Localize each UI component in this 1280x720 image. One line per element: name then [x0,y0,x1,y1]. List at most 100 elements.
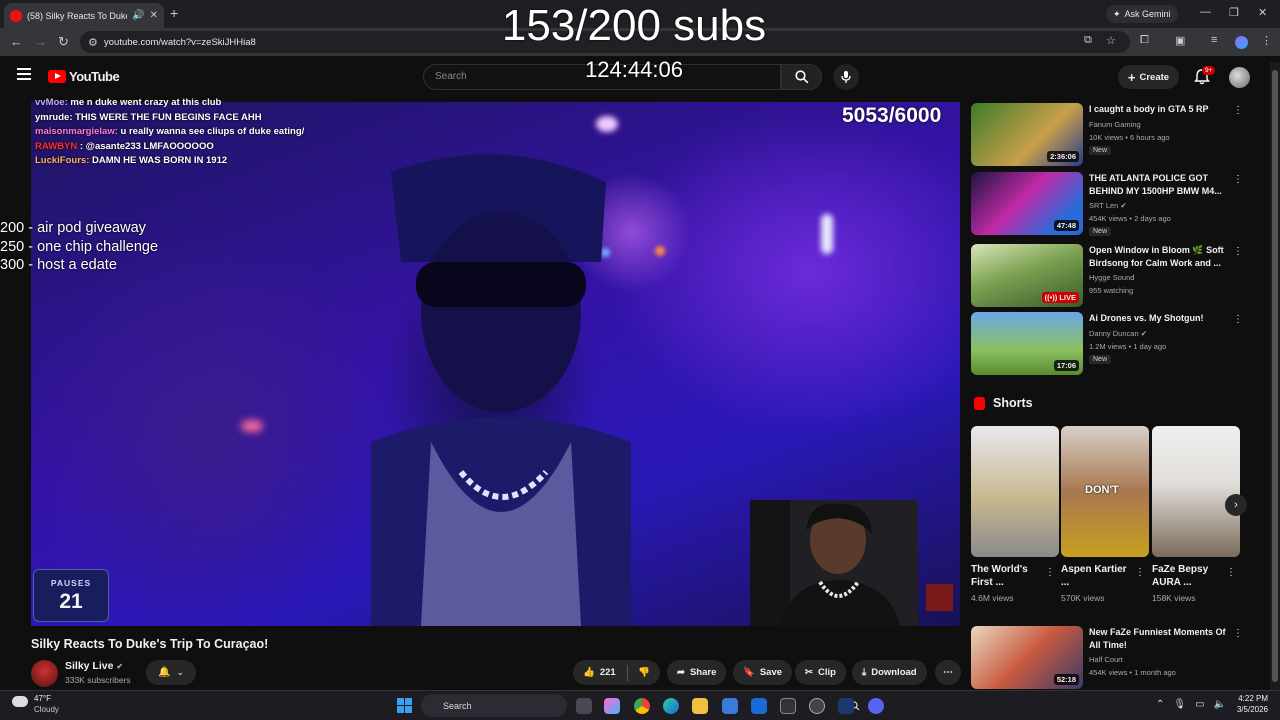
video-channel[interactable]: Fanum Gaming [1089,120,1141,129]
weather-temperature[interactable]: 47°F [34,694,51,703]
short-views: 570K views [1061,593,1105,603]
recommended-video[interactable]: 2:36:06 I caught a body in GTA 5 RP Fanu… [971,103,1243,166]
video-meta: 454K views • 2 days ago [1089,214,1171,223]
file-explorer-icon[interactable] [692,698,708,714]
app-icon[interactable] [780,698,796,714]
video-meta: 454K views • 1 month ago [1089,668,1176,677]
short-title[interactable]: FaZe Bepsy AURA ... [1152,563,1224,589]
chrome-icon[interactable] [634,698,650,714]
search-icon [795,70,809,84]
video-title[interactable]: Ai Drones vs. My Shotgun! [1089,312,1229,325]
clip-label: Clip [817,667,836,678]
video-title[interactable]: THE ATLANTA POLICE GOT BEHIND MY 1500HP … [1089,172,1229,198]
more-actions-button[interactable]: ⋯ [935,660,961,685]
video-channel[interactable]: SRT Len ✔ [1089,201,1127,210]
clock-date[interactable]: 3/5/2026 [1228,705,1268,714]
video-thumbnail[interactable]: ((•)) LIVE [971,244,1083,307]
pauses-label: PAUSES [50,578,92,588]
voice-search-button[interactable] [833,64,859,90]
video-subject-silhouette [371,154,631,626]
steam-icon[interactable] [838,698,854,714]
page-scrollbar[interactable] [1270,62,1280,690]
shorts-section-heading: Shorts [974,396,1033,410]
scrollbar-thumb[interactable] [1272,70,1278,682]
verified-icon: ✔ [1120,201,1127,210]
hamburger-menu-icon[interactable] [17,68,31,83]
short-thumbnail[interactable]: DON'T [1061,426,1149,557]
short-title[interactable]: The World's First ... [971,563,1043,589]
more-vertical-icon[interactable]: ⋮ [1233,314,1243,325]
recommended-video[interactable]: 17:06 Ai Drones vs. My Shotgun! Danny Du… [971,312,1243,375]
live-badge: ((•)) LIVE [1041,292,1079,303]
video-title[interactable]: Open Window in Bloom 🌿 Soft Birdsong for… [1089,244,1229,270]
video-thumbnail[interactable]: 2:36:06 [971,103,1083,166]
download-button[interactable]: ⤓ Download [852,660,927,685]
share-button[interactable]: ➦ Share [667,660,727,685]
taskbar-search[interactable]: Search [421,694,860,717]
discord-icon[interactable] [868,698,884,714]
more-vertical-icon[interactable]: ⋮ [1135,567,1145,578]
copilot-icon[interactable] [604,698,620,714]
video-title[interactable]: I caught a body in GTA 5 RP [1089,103,1229,116]
more-vertical-icon[interactable]: ⋮ [1226,567,1236,578]
youtube-play-icon [48,70,66,83]
volume-icon[interactable]: 🔈 [1214,699,1226,710]
subscription-notifications-button[interactable]: 🔔 ⌄ [146,660,196,685]
short-title[interactable]: Aspen Kartier ... [1061,563,1133,589]
video-channel[interactable]: Danny Duncan ✔ [1089,329,1147,338]
account-avatar[interactable] [1229,67,1250,88]
cloud-icon[interactable] [12,696,28,707]
channel-avatar[interactable] [31,660,58,687]
more-vertical-icon[interactable]: ⋮ [1233,246,1243,257]
short-overlay-text: DON'T [1085,484,1119,496]
channel-name-text: Silky Live [65,660,114,672]
video-channel[interactable]: Half Court [1089,655,1123,664]
taskbar-search-label: Search [443,700,472,711]
download-icon: ⤓ [862,667,867,678]
bell-icon: 🔔 [158,667,171,678]
microsoft-store-icon[interactable] [722,698,738,714]
short-item[interactable]: DON'T Aspen Kartier ... 570K views ⋮ [1061,426,1149,603]
short-item[interactable]: FaZe Bepsy AURA ... 158K views ⋮ [1152,426,1240,603]
shorts-icon [974,396,985,410]
network-icon[interactable]: ▭ [1195,699,1204,710]
more-vertical-icon[interactable]: ⋮ [1045,567,1055,578]
recommended-video[interactable]: 52:18 New FaZe Funniest Moments Of All T… [971,626,1243,689]
more-vertical-icon[interactable]: ⋮ [1233,174,1243,185]
short-thumbnail[interactable] [971,426,1059,557]
dislike-button[interactable]: 👎 [638,667,650,678]
clip-button[interactable]: ✂ Clip [795,660,846,685]
save-button[interactable]: 🔖 Save [733,660,793,685]
create-button[interactable]: + Create [1118,65,1179,89]
task-view-icon[interactable] [576,698,592,714]
video-thumbnail[interactable]: 47:48 [971,172,1083,235]
obs-icon[interactable] [809,698,825,714]
recommended-video[interactable]: ((•)) LIVE Open Window in Bloom 🌿 Soft B… [971,244,1243,307]
chevron-up-icon[interactable]: ⌃ [1156,699,1164,710]
short-thumbnail[interactable] [1152,426,1240,557]
more-vertical-icon[interactable]: ⋮ [1233,105,1243,116]
video-thumbnail[interactable]: 17:06 [971,312,1083,375]
notification-count-badge: 9+ [1202,66,1216,75]
subscriber-goal-overlay: 153/200 subs [501,1,767,50]
search-button[interactable] [781,64,822,90]
chat-username: RAWBYN [35,140,78,152]
edge-icon[interactable] [663,698,679,714]
youtube-logo[interactable]: YouTube [48,69,120,84]
chat-text: THIS WERE THE FUN BEGINS FACE AHH [75,111,262,123]
more-vertical-icon[interactable]: ⋮ [1233,628,1243,639]
mail-icon[interactable] [751,698,767,714]
chevron-right-icon[interactable]: › [1225,494,1247,516]
stage-light [241,420,263,432]
windows-start-icon[interactable] [397,698,412,713]
microphone-icon[interactable]: 🎙 [1173,699,1186,710]
video-channel[interactable]: Hygge Sound [1089,273,1134,282]
video-title[interactable]: New FaZe Funniest Moments Of All Time! [1089,626,1229,652]
short-item[interactable]: The World's First ... 4.6M views ⋮ [971,426,1059,603]
recommended-video[interactable]: 47:48 THE ATLANTA POLICE GOT BEHIND MY 1… [971,172,1243,236]
channel-name[interactable]: Silky Live ✔ [65,660,123,672]
like-button[interactable]: 👍 221 [583,667,616,678]
video-thumbnail[interactable]: 52:18 [971,626,1083,689]
clock-time[interactable]: 4:22 PM [1232,694,1268,703]
weather-description[interactable]: Cloudy [34,705,59,714]
